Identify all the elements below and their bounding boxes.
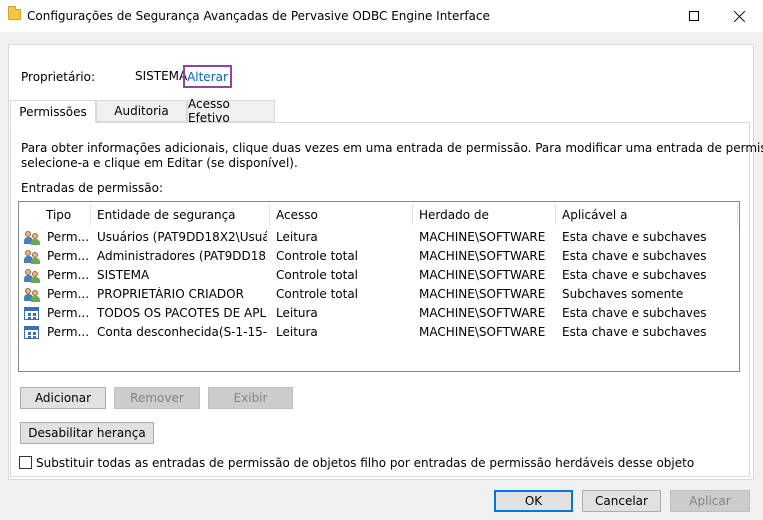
users-icon	[24, 288, 42, 302]
table-row[interactable]: Perm... Administradores (PAT9DD18X... Co…	[19, 247, 739, 266]
tab-effective-access[interactable]: Acesso Efetivo	[187, 97, 275, 125]
cell-principal: SISTEMA	[97, 268, 150, 282]
column-separator[interactable]	[269, 204, 270, 226]
cell-access: Leitura	[276, 306, 318, 320]
cell-access: Controle total	[276, 268, 359, 282]
column-separator[interactable]	[555, 204, 556, 226]
users-icon	[24, 269, 42, 283]
cell-principal: TODOS OS PACOTES DE APLIC...	[97, 306, 267, 320]
cell-inherited-from: MACHINE\SOFTWARE	[419, 287, 546, 301]
table-row[interactable]: Perm... Usuários (PAT9DD18X2\Usuári... L…	[19, 228, 739, 247]
cell-inherited-from: MACHINE\SOFTWARE	[419, 268, 546, 282]
cell-access: Controle total	[276, 249, 359, 263]
permission-entries-list[interactable]: Tipo Entidade de segurança Acesso Herdad…	[18, 201, 740, 372]
cell-applies-to: Subchaves somente	[562, 287, 684, 301]
cell-applies-to: Esta chave e subchaves	[562, 306, 707, 320]
cell-type: Perm...	[47, 230, 89, 244]
change-owner-link[interactable]: Alterar	[183, 65, 232, 88]
cell-type: Perm...	[47, 249, 89, 263]
view-button[interactable]: Exibir	[208, 387, 293, 409]
cell-applies-to: Esta chave e subchaves	[562, 230, 707, 244]
owner-label: Proprietário:	[21, 70, 96, 84]
cell-inherited-from: MACHINE\SOFTWARE	[419, 306, 546, 320]
table-row[interactable]: Perm... Conta desconhecida(S-1-15-3... L…	[19, 323, 739, 342]
cell-type: Perm...	[47, 306, 89, 320]
column-header-inherited-from[interactable]: Herdado de	[419, 208, 489, 222]
maximize-button[interactable]	[671, 0, 717, 32]
table-row[interactable]: Perm... SISTEMA Controle total MACHINE\S…	[19, 266, 739, 285]
users-icon	[24, 250, 42, 264]
cell-inherited-from: MACHINE\SOFTWARE	[419, 325, 546, 339]
owner-value: SISTEMA	[135, 69, 188, 83]
apply-button[interactable]: Aplicar	[670, 490, 750, 512]
cell-applies-to: Esta chave e subchaves	[562, 249, 707, 263]
tab-label: Auditoria	[114, 104, 169, 118]
replace-child-permissions-label[interactable]: Substituir todas as entradas de permissã…	[36, 456, 694, 470]
users-icon	[24, 231, 42, 245]
cell-inherited-from: MACHINE\SOFTWARE	[419, 249, 546, 263]
cell-access: Leitura	[276, 325, 318, 339]
cell-principal: Administradores (PAT9DD18X...	[97, 249, 267, 263]
folder-icon	[8, 6, 21, 20]
permission-entries-label: Entradas de permissão:	[21, 181, 164, 195]
cell-applies-to: Esta chave e subchaves	[562, 325, 707, 339]
column-header-access[interactable]: Acesso	[276, 208, 318, 222]
column-separator[interactable]	[737, 204, 738, 226]
cell-principal: PROPRIETÁRIO CRIADOR	[97, 287, 244, 301]
title-bar: Configurações de Segurança Avançadas de …	[0, 0, 763, 32]
cell-access: Leitura	[276, 230, 318, 244]
info-text-line2: selecione-a e clique em Editar (se dispo…	[21, 156, 298, 170]
ok-button[interactable]: OK	[494, 490, 573, 512]
table-row[interactable]: Perm... PROPRIETÁRIO CRIADOR Controle to…	[19, 285, 739, 304]
tab-label: Permissões	[19, 104, 87, 119]
replace-child-permissions-checkbox[interactable]	[19, 456, 32, 469]
cell-principal: Usuários (PAT9DD18X2\Usuári...	[97, 230, 267, 244]
remove-button[interactable]: Remover	[114, 387, 200, 409]
cell-type: Perm...	[47, 325, 89, 339]
maximize-icon	[689, 11, 699, 21]
close-icon	[734, 10, 746, 22]
tab-permissions[interactable]: Permissões	[10, 100, 96, 123]
cell-access: Controle total	[276, 287, 359, 301]
column-header-applies-to[interactable]: Aplicável a	[562, 208, 627, 222]
column-separator[interactable]	[412, 204, 413, 226]
window-title: Configurações de Segurança Avançadas de …	[27, 9, 490, 23]
app-package-icon	[24, 326, 39, 339]
cell-applies-to: Esta chave e subchaves	[562, 268, 707, 282]
column-header-type[interactable]: Tipo	[46, 208, 71, 222]
cell-inherited-from: MACHINE\SOFTWARE	[419, 230, 546, 244]
cell-type: Perm...	[47, 287, 89, 301]
cancel-button[interactable]: Cancelar	[582, 490, 661, 512]
tab-label: Acesso Efetivo	[188, 97, 230, 125]
column-header-principal[interactable]: Entidade de segurança	[97, 208, 236, 222]
tab-auditing[interactable]: Auditoria	[96, 100, 187, 122]
cell-type: Perm...	[47, 268, 89, 282]
info-text-line1: Para obter informações adicionais, cliqu…	[21, 141, 763, 155]
column-separator[interactable]	[90, 204, 91, 226]
add-button[interactable]: Adicionar	[20, 387, 106, 409]
close-button[interactable]	[717, 0, 763, 32]
app-package-icon	[24, 307, 39, 320]
table-row[interactable]: Perm... TODOS OS PACOTES DE APLIC... Lei…	[19, 304, 739, 323]
cell-principal: Conta desconhecida(S-1-15-3...	[97, 325, 267, 339]
disable-inheritance-button[interactable]: Desabilitar herança	[20, 422, 154, 444]
